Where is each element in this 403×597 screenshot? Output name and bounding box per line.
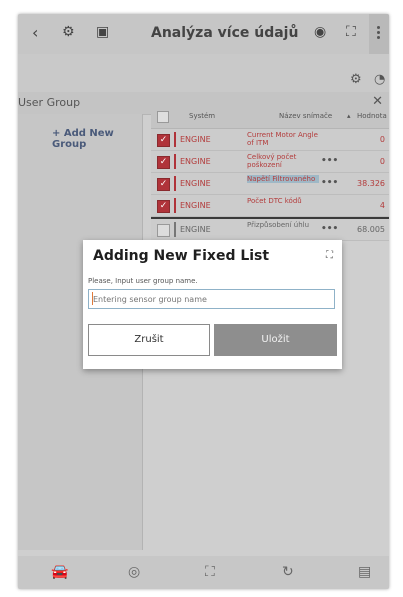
column-header-sensor-name[interactable]: Název snímače (279, 112, 332, 120)
table-row[interactable]: ✓ ENGINE Napětí Filtrovaného ••• 38.326 (151, 173, 389, 195)
cancel-button[interactable]: Zrušit (88, 324, 210, 356)
sensor-name-cell: Celkový počet poškození (247, 153, 297, 169)
table-row[interactable]: ✓ ENGINE Přizpůsobení úhlu ••• 68.005 (151, 219, 389, 241)
gauge-icon[interactable]: ◔ (374, 72, 385, 87)
more-icon (377, 26, 380, 29)
system-cell: ENGINE (174, 176, 211, 191)
user-group-label: User Group (18, 96, 81, 109)
car-icon[interactable]: 🚘 (51, 564, 68, 580)
car-settings-icon[interactable]: ⚙ (350, 72, 362, 87)
row-checkbox[interactable]: ✓ (157, 178, 170, 191)
dialog-title: Adding New Fixed List (93, 248, 270, 264)
sensor-name-cell: Přizpůsobení úhlu (247, 221, 310, 229)
value-cell: 0 (379, 135, 385, 144)
dialog-prompt: Please, Input user group name. (88, 277, 198, 285)
select-all-checkbox[interactable] (157, 111, 169, 123)
sensor-name-cell: Počet DTC kódů (247, 197, 302, 205)
table-row[interactable]: ✓ ENGINE Current Motor Angle of ITM 0 (151, 129, 389, 151)
sensor-name-cell: Napětí Filtrovaného (247, 175, 319, 183)
text-caret (92, 292, 93, 305)
table-header: Systém Název snímače ▴ Hodnota (151, 106, 389, 129)
row-more-icon[interactable]: ••• (321, 178, 338, 188)
add-fixed-list-dialog: Adding New Fixed List ⛶ Please, Input us… (83, 240, 342, 369)
system-cell: ENGINE (174, 198, 211, 213)
system-cell: ENGINE (174, 154, 211, 169)
row-checkbox[interactable]: ✓ (157, 134, 170, 147)
column-header-system: Systém (189, 112, 216, 120)
bottom-nav: 🚘 ◎ ⛶ ↻ ▤ (18, 556, 389, 589)
add-new-group-button[interactable]: + Add New Group (52, 128, 142, 150)
record-button-icon[interactable]: ◎ (128, 564, 140, 580)
back-icon[interactable]: ‹ (32, 23, 38, 42)
row-checkbox[interactable]: ✓ (157, 200, 170, 213)
table-row[interactable]: ✓ ENGINE Celkový počet poškození ••• 0 (151, 151, 389, 173)
sort-icon[interactable]: ▴ (347, 112, 351, 120)
value-cell: 0 (379, 157, 385, 166)
system-cell: ENGINE (174, 132, 211, 147)
toolbar: ⚙ ◔ (18, 54, 389, 92)
refresh-icon[interactable]: ↻ (282, 564, 294, 580)
expand-icon[interactable]: ⛶ (326, 250, 333, 261)
row-checkbox[interactable]: ✓ (157, 224, 170, 237)
report-icon[interactable]: ▤ (358, 564, 371, 580)
value-cell: 4 (379, 201, 385, 210)
sensor-table: Systém Název snímače ▴ Hodnota ✓ ENGINE … (151, 106, 389, 241)
expand-icon[interactable]: ⛶ (346, 24, 356, 40)
fullscreen-icon[interactable]: ⛶ (205, 564, 215, 580)
row-checkbox[interactable]: ✓ (157, 156, 170, 169)
column-header-value: Hodnota (357, 112, 387, 120)
sensor-name-cell: Current Motor Angle of ITM (247, 131, 318, 147)
more-menu-button[interactable] (369, 14, 389, 54)
record-icon[interactable]: ◉ (314, 24, 326, 40)
app-bar: ‹ ⚙ ▣ Analýza více údajů ◉ ⛶ (18, 14, 389, 54)
car-gear-icon[interactable]: ⚙ (62, 24, 75, 40)
row-more-icon[interactable]: ••• (321, 156, 338, 166)
row-more-icon[interactable]: ••• (321, 224, 338, 234)
car-battery-icon[interactable]: ▣ (96, 24, 109, 40)
save-button[interactable]: Uložit (214, 324, 337, 356)
page-title: Analýza více údajů (151, 25, 299, 41)
group-name-input[interactable] (88, 289, 335, 309)
value-cell: 38.326 (357, 179, 385, 188)
system-cell: ENGINE (174, 222, 211, 237)
table-row[interactable]: ✓ ENGINE Počet DTC kódů 4 (151, 195, 389, 217)
value-cell: 68.005 (357, 225, 385, 234)
